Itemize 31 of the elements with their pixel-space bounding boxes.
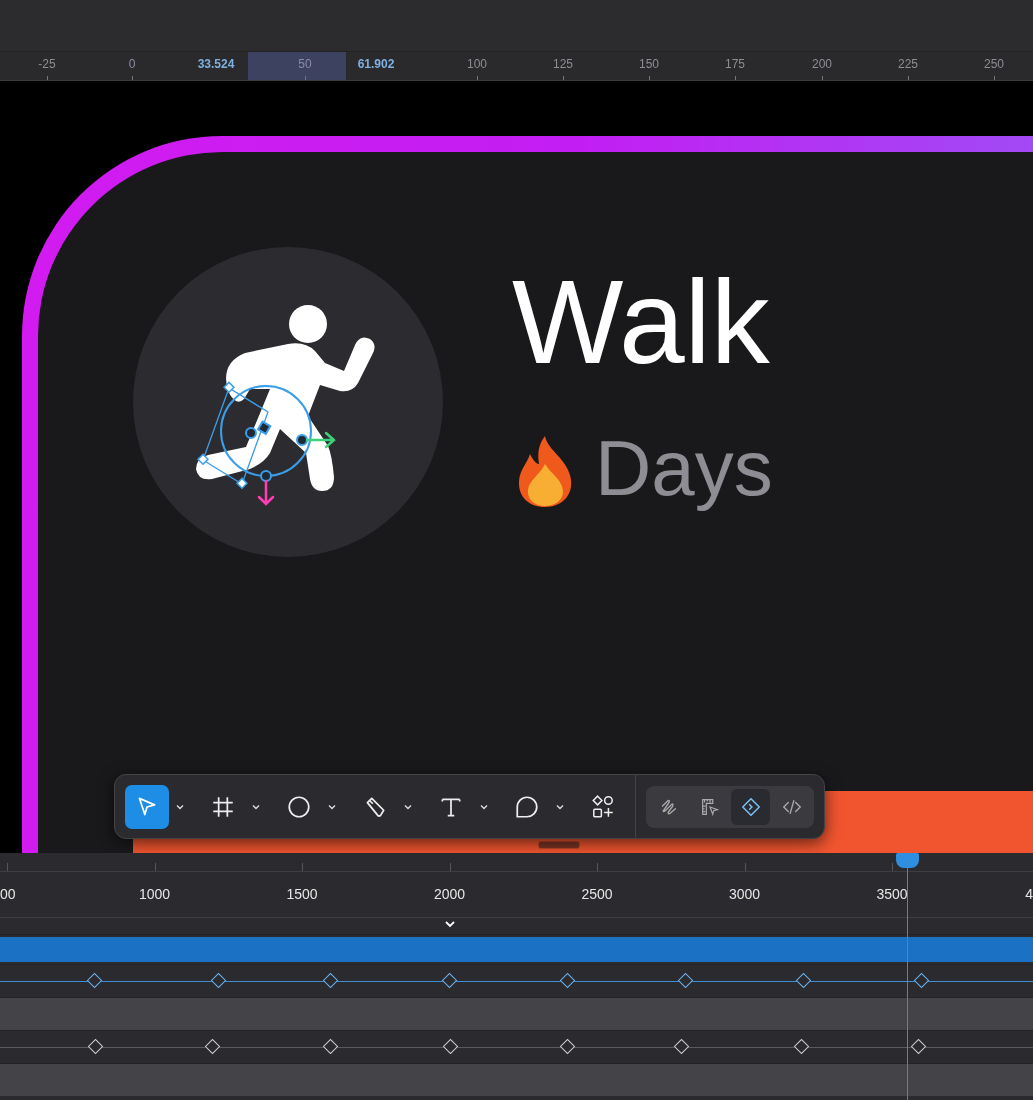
ruler-label: 150 — [639, 57, 659, 71]
ruler-label: 0 — [128, 57, 136, 71]
toolbar-grip-handle[interactable] — [538, 841, 580, 849]
select-tool-button[interactable] — [125, 784, 169, 829]
ruler-label: 200 — [812, 57, 832, 71]
ruler-label: 125 — [553, 57, 573, 71]
time-label: 4 — [1025, 886, 1033, 902]
playhead-handle[interactable] — [895, 853, 919, 868]
time-label: 3000 — [728, 886, 761, 902]
shapes-icon — [590, 793, 616, 820]
chevron-icon — [443, 920, 456, 928]
ruler-label: 61.902 — [357, 57, 395, 71]
ruler-label: 225 — [898, 57, 918, 71]
time-label: 1000 — [138, 886, 171, 902]
ruler-label: 50 — [298, 57, 312, 71]
time-label: 00 — [0, 886, 16, 902]
fire-icon — [517, 434, 573, 508]
ruler-label: 175 — [725, 57, 745, 71]
time-label: 1500 — [286, 886, 318, 902]
time-label: 2000 — [433, 886, 466, 902]
ruler-label: 250 — [984, 57, 1004, 71]
time-label: 2500 — [581, 886, 613, 902]
circle-icon — [286, 793, 312, 820]
prototype-mode-button[interactable] — [731, 788, 770, 825]
speech-bubble-icon — [514, 793, 540, 820]
card-title: Walk — [512, 263, 770, 381]
time-label: 3500 — [876, 886, 908, 902]
diamond-arrow-icon — [739, 795, 762, 818]
ruler-label: 100 — [467, 57, 487, 71]
ruler-label: 33.524 — [197, 57, 235, 71]
ruler-label: -25 — [38, 57, 56, 71]
